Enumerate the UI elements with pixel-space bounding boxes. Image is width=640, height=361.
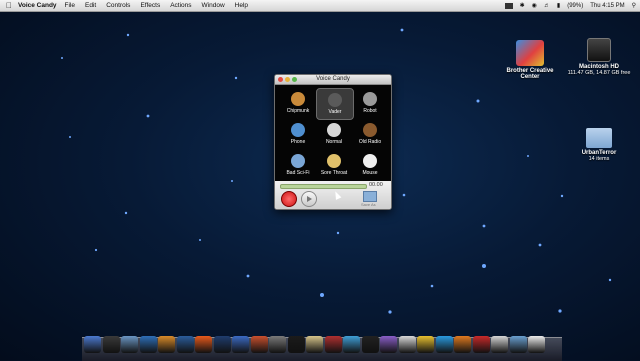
spotlight-icon[interactable]: ⚲	[632, 2, 636, 9]
brother-app-icon	[516, 40, 544, 66]
effect-bad-sci-fi[interactable]: Bad Sci-Fi	[280, 150, 316, 180]
effect-robot-icon	[363, 92, 377, 106]
menu-app-name[interactable]: Voice Candy	[18, 2, 57, 9]
menu-help[interactable]: Help	[235, 2, 248, 9]
dock-app-icon[interactable]	[380, 336, 397, 353]
dock-app-icon[interactable]	[528, 336, 545, 353]
effect-chipmunk-icon	[291, 92, 305, 106]
effect-old-radio[interactable]: Old Radio	[352, 119, 388, 149]
desktop-item-macintosh-hd[interactable]: Macintosh HD 111.47 GB, 14.87 GB free	[564, 38, 634, 76]
play-button[interactable]	[301, 191, 317, 207]
dock-app-icon[interactable]	[158, 336, 175, 353]
save-icon[interactable]	[363, 191, 377, 202]
dock-app-icon[interactable]	[213, 336, 231, 353]
dock-app-icon[interactable]	[491, 336, 508, 353]
dock-app-icon[interactable]	[417, 336, 434, 353]
effect-label: Vader	[328, 109, 342, 115]
dock-app-icon[interactable]	[324, 336, 342, 353]
bluetooth-icon[interactable]: ✱	[520, 2, 525, 9]
dock-app-icon[interactable]	[306, 336, 323, 353]
effect-vader[interactable]: Vader	[316, 88, 354, 120]
menu-file[interactable]: File	[65, 2, 75, 9]
dock-app-icon[interactable]	[250, 336, 268, 353]
dock-app-icon[interactable]	[269, 336, 286, 353]
clock[interactable]: Thu 4:15 PM	[590, 3, 624, 9]
voice-candy-window: Voice Candy Chipmunk Vader Robot Phone Norma…	[274, 74, 392, 210]
effect-label: Phone	[290, 139, 306, 145]
urbanterror-info: 14 items	[588, 156, 610, 162]
effect-sore-throat-icon	[327, 154, 341, 168]
dock-app-icon[interactable]	[361, 336, 379, 353]
menu-effects[interactable]: Effects	[140, 2, 160, 9]
dock-app-icon[interactable]	[139, 336, 157, 353]
window-title: Voice Candy	[316, 76, 350, 82]
menu-actions[interactable]: Actions	[170, 2, 191, 9]
effect-vader-icon	[328, 93, 342, 107]
dock-icons	[84, 336, 545, 356]
effect-phone-icon	[291, 123, 305, 137]
desktop-item-urbanterror[interactable]: UrbanTerror 14 items	[564, 128, 634, 162]
dock-app-icon[interactable]	[509, 336, 527, 353]
dock-app-icon[interactable]	[343, 336, 360, 353]
effect-mouse[interactable]: Mouse	[352, 150, 388, 180]
effect-label: Chipmunk	[286, 108, 310, 114]
dock-app-icon[interactable]	[435, 336, 453, 353]
dock-app-icon[interactable]	[195, 336, 212, 353]
effect-old-radio-icon	[363, 123, 377, 137]
menu-extras: ✱ ◉ ♬ ▮ (99%) Thu 4:15 PM ⚲	[504, 0, 636, 11]
wifi-icon[interactable]: ◉	[532, 2, 537, 9]
menu-bar:  Voice Candy File Edit Controls Effects…	[0, 0, 640, 12]
dock-app-icon[interactable]	[102, 336, 120, 353]
battery-icon[interactable]: ▮	[557, 2, 560, 9]
window-titlebar[interactable]: Voice Candy	[275, 75, 391, 85]
record-button[interactable]	[281, 191, 297, 207]
dock-app-icon[interactable]	[121, 336, 138, 353]
effect-label: Normal	[325, 139, 343, 145]
dock-app-icon[interactable]	[454, 336, 471, 353]
effect-normal-icon	[327, 123, 341, 137]
effect-label: Bad Sci-Fi	[286, 170, 310, 176]
time-display: 00.00	[369, 182, 383, 188]
battery-percent: (99%)	[567, 2, 584, 9]
dock-app-icon[interactable]	[398, 336, 416, 353]
dock-app-icon[interactable]	[84, 336, 101, 353]
menu-controls[interactable]: Controls	[106, 2, 130, 9]
dock-app-icon[interactable]	[232, 336, 249, 353]
brother-label-2: Center	[520, 74, 540, 80]
volume-icon[interactable]: ♬	[544, 3, 550, 9]
dock-app-icon[interactable]	[176, 336, 194, 353]
save-as-label: Save As	[361, 202, 376, 207]
hard-drive-icon	[587, 38, 611, 62]
effect-robot[interactable]: Robot	[352, 88, 388, 118]
effects-grid: Chipmunk Vader Robot Phone Normal Old Radio Ba…	[275, 85, 391, 181]
effect-chipmunk[interactable]: Chipmunk	[280, 88, 316, 118]
folder-icon	[586, 128, 612, 148]
progress-bar[interactable]	[280, 184, 367, 189]
effect-normal[interactable]: Normal	[316, 119, 352, 149]
effect-label: Mouse	[362, 170, 378, 176]
effect-sore-throat[interactable]: Sore Throat	[316, 150, 352, 180]
effect-label: Sore Throat	[320, 170, 348, 176]
apple-menu-icon[interactable]: 	[0, 1, 18, 10]
effect-bad-sci-fi-icon	[291, 154, 305, 168]
dock-app-icon[interactable]	[472, 336, 490, 353]
desktop-item-brother[interactable]: Brother Creative Center	[495, 40, 565, 80]
menu-window[interactable]: Window	[202, 2, 225, 9]
effect-phone[interactable]: Phone	[280, 119, 316, 149]
macintosh-hd-info: 111.47 GB, 14.87 GB free	[567, 70, 631, 76]
status-icon[interactable]	[504, 2, 513, 9]
effect-label: Old Radio	[358, 139, 382, 145]
menu-edit[interactable]: Edit	[85, 2, 96, 9]
effect-mouse-icon	[363, 154, 377, 168]
dock-app-icon[interactable]	[287, 336, 305, 353]
effect-label: Robot	[363, 108, 377, 114]
